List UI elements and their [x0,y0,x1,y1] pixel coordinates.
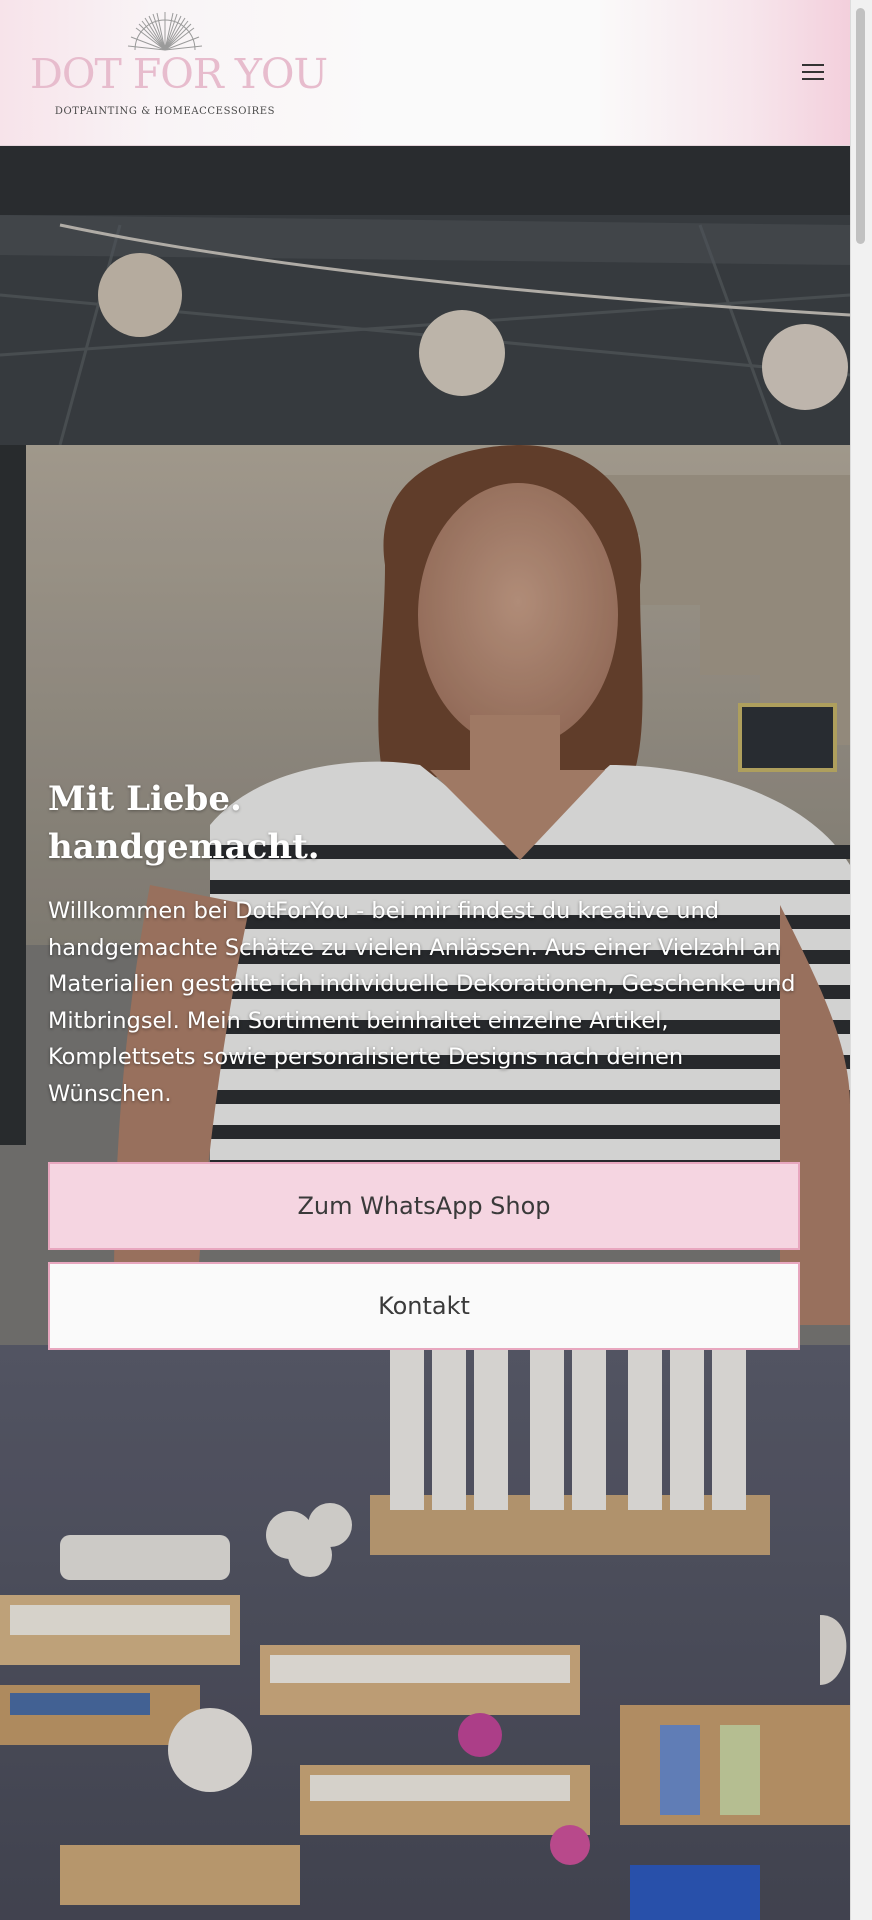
brand-tagline: DOTPAINTING & HOMEACCESSOIRES [54,106,276,117]
menu-bar [802,78,824,80]
page-scrollbar[interactable] [850,0,872,1920]
hero-title: Mit Liebe. handgemacht. [48,775,800,871]
page: DOT FOR YOU DOTPAINTING & HOMEACCESSOIRE… [0,0,872,1920]
hamburger-menu-icon[interactable] [797,58,829,88]
scrollbar-thumb[interactable] [856,8,865,244]
hero-title-line-2: handgemacht. [48,827,320,867]
hero-content: Mit Liebe. handgemacht. Willkommen bei D… [48,775,800,1112]
menu-bar [802,64,824,66]
whatsapp-shop-button[interactable]: Zum WhatsApp Shop [48,1162,800,1250]
menu-bar [802,71,824,73]
hero-title-line-1: Mit Liebe. [48,779,242,819]
hero-description: Willkommen bei DotForYou - bei mir finde… [48,898,796,1107]
sunrise-logo-icon [127,12,203,51]
hero-section: Mit Liebe. handgemacht. Willkommen bei D… [0,145,850,1920]
brand-name: DOT FOR YOU [30,50,328,98]
logo[interactable]: DOT FOR YOU DOTPAINTING & HOMEACCESSOIRE… [30,10,328,122]
site-header: DOT FOR YOU DOTPAINTING & HOMEACCESSOIRE… [0,0,850,146]
kontakt-button[interactable]: Kontakt [48,1262,800,1350]
